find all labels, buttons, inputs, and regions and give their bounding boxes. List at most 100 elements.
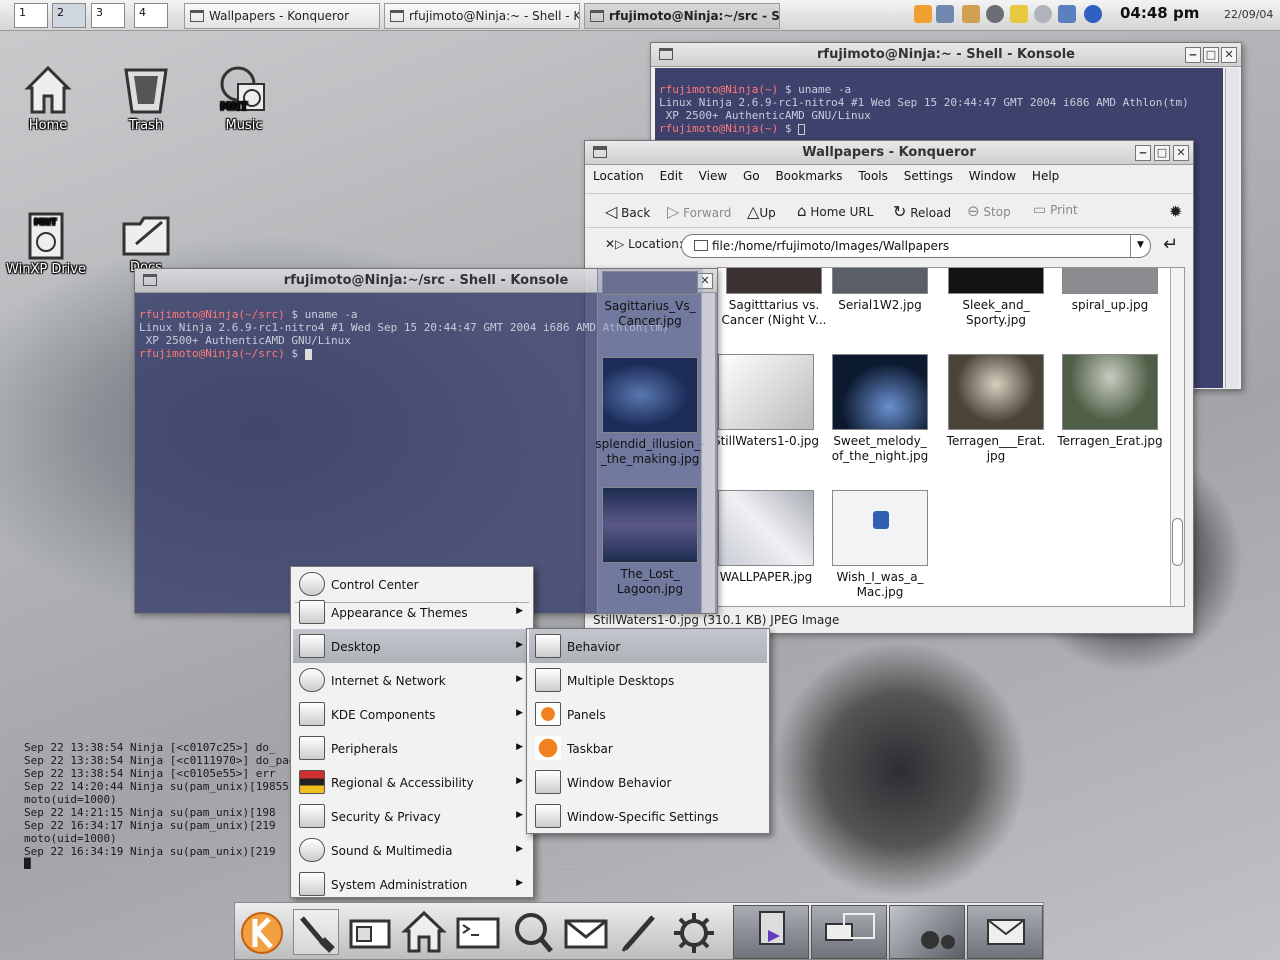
pager-desktop-3[interactable]: 3 bbox=[91, 3, 125, 28]
printer-icon[interactable] bbox=[1058, 5, 1076, 23]
menu-view[interactable]: View bbox=[699, 169, 727, 183]
file-thumbnail[interactable]: StillWaters1-0.jpg bbox=[718, 354, 822, 449]
minimize-button[interactable]: ‒ bbox=[1135, 145, 1151, 161]
file-thumbnail[interactable]: Terragen_Erat.jpg bbox=[1054, 354, 1166, 449]
key-icon[interactable] bbox=[1010, 5, 1028, 23]
file-thumbnail[interactable]: Sweet_melody_ of_the_night.jpg bbox=[824, 354, 936, 464]
menu-edit[interactable]: Edit bbox=[660, 169, 683, 183]
menu-item-behavior[interactable]: Behavior bbox=[529, 629, 767, 663]
kmenu-icon[interactable] bbox=[239, 909, 285, 955]
terminal-scrollbar[interactable] bbox=[701, 293, 715, 613]
location-input[interactable]: file:/home/rfujimoto/Images/Wallpapers ▼ bbox=[681, 234, 1151, 258]
close-button[interactable]: ✕ bbox=[1221, 47, 1237, 63]
menu-item-kde-components[interactable]: KDE Components ▶ bbox=[293, 697, 531, 731]
menu-item-desktop[interactable]: Desktop ▶ bbox=[293, 629, 531, 663]
minimize-button[interactable]: ‒ bbox=[1185, 47, 1201, 63]
menu-item-window-behavior[interactable]: Window Behavior bbox=[529, 765, 767, 799]
file-thumbnail[interactable]: Sagitttarius vs. Cancer (Night V... bbox=[718, 268, 830, 328]
menu-item-taskbar[interactable]: Taskbar bbox=[529, 731, 767, 765]
back-button[interactable]: ◁ Back bbox=[605, 194, 650, 224]
menu-item-panels[interactable]: Panels bbox=[529, 697, 767, 731]
desktop-icon-music[interactable]: MNT Music bbox=[204, 64, 284, 133]
close-button[interactable]: ✕ bbox=[1173, 145, 1189, 161]
file-thumbnail[interactable]: Sagittarius_Vs_ Cancer.jpg bbox=[594, 271, 706, 329]
menu-item-peripherals[interactable]: Peripherals ▶ bbox=[293, 731, 531, 765]
menu-item-multiple-desktops[interactable]: Multiple Desktops bbox=[529, 663, 767, 697]
print-button[interactable]: ▭ Print bbox=[1033, 194, 1078, 224]
pager-desktop-2[interactable]: 2 bbox=[52, 3, 86, 28]
menu-item-security-privacy[interactable]: Security & Privacy ▶ bbox=[293, 799, 531, 833]
file-thumbnail[interactable]: Terragen___Erat. jpg bbox=[940, 354, 1052, 464]
menu-settings[interactable]: Settings bbox=[904, 169, 953, 183]
menu-help[interactable]: Help bbox=[1032, 169, 1059, 183]
file-thumbnail[interactable]: Serial1W2.jpg bbox=[824, 268, 936, 313]
wallpaper-applet[interactable] bbox=[889, 905, 965, 959]
window-menu-icon[interactable] bbox=[143, 274, 157, 286]
maximize-button[interactable]: □ bbox=[1154, 145, 1170, 161]
file-thumbnail[interactable]: WALLPAPER.jpg bbox=[718, 490, 822, 585]
chevron-down-icon[interactable]: ▼ bbox=[1130, 235, 1150, 257]
mail-icon[interactable] bbox=[563, 909, 609, 955]
file-thumbnail[interactable]: The_Lost_ Lagoon.jpg bbox=[594, 487, 706, 597]
menu-tools[interactable]: Tools bbox=[858, 169, 888, 183]
desktop-icon-docs[interactable]: Docs bbox=[106, 214, 186, 275]
scrollbar-handle[interactable] bbox=[1172, 518, 1183, 566]
file-thumbnail[interactable]: splendid_illusion_- _the_making.jpg bbox=[594, 357, 706, 467]
home-folder-icon[interactable] bbox=[401, 909, 447, 955]
document-viewer-applet[interactable] bbox=[733, 905, 809, 959]
download-icon[interactable] bbox=[986, 5, 1004, 23]
pager-desktop-1[interactable]: 1 bbox=[14, 3, 48, 28]
settings-gear-icon[interactable] bbox=[671, 909, 717, 955]
throbber-gear-icon[interactable]: ✹ bbox=[1169, 194, 1182, 224]
clock[interactable]: 04:48 pm bbox=[1120, 4, 1199, 22]
menu-item-window-specific-settings[interactable]: Window-Specific Settings bbox=[529, 799, 767, 833]
file-thumbnail[interactable]: spiral_up.jpg bbox=[1054, 268, 1166, 313]
task-konsole-src[interactable]: rfujimoto@Ninja:~/src - Shell - Konsole bbox=[584, 3, 780, 29]
control-center-tool-icon[interactable] bbox=[293, 909, 339, 955]
desktop-icon-trash[interactable]: Trash bbox=[106, 64, 186, 133]
folder-icon[interactable] bbox=[593, 146, 607, 158]
network-icon[interactable] bbox=[1034, 5, 1052, 23]
konqueror-sidebar-ghost: Sagittarius_Vs_ Cancer.jpg splendid_illu… bbox=[594, 269, 706, 613]
konqueror-icon[interactable] bbox=[914, 5, 932, 23]
terminal-icon[interactable] bbox=[455, 909, 501, 955]
menu-location[interactable]: Location bbox=[593, 169, 644, 183]
windows-applet[interactable] bbox=[811, 905, 887, 959]
home-url-button[interactable]: ⌂ Home URL bbox=[797, 194, 873, 224]
reload-button[interactable]: ↻ Reload bbox=[893, 194, 951, 224]
volume-icon[interactable] bbox=[1084, 5, 1102, 23]
file-thumbnail[interactable]: Wish_I_was_a_ Mac.jpg bbox=[824, 490, 936, 600]
desktop-icon-winxp-drive[interactable]: MNT WinXP Drive bbox=[6, 212, 86, 277]
menu-item-regional-accessibility[interactable]: Regional & Accessibility ▶ bbox=[293, 765, 531, 799]
terminal-scrollbar[interactable] bbox=[1225, 68, 1239, 388]
icon-view-scrollbar[interactable] bbox=[1170, 268, 1184, 606]
maximize-button[interactable]: □ bbox=[1203, 47, 1219, 63]
menu-item-internet-network[interactable]: Internet & Network ▶ bbox=[293, 663, 531, 697]
menu-item-appearance-themes[interactable]: Appearance & Themes ▶ bbox=[293, 595, 531, 629]
search-icon[interactable] bbox=[509, 909, 555, 955]
menu-bookmarks[interactable]: Bookmarks bbox=[775, 169, 842, 183]
menu-item-sound-multimedia[interactable]: Sound & Multimedia ▶ bbox=[293, 833, 531, 867]
desktop-preview-icon[interactable] bbox=[347, 909, 393, 955]
clear-location-icon[interactable]: ✕▷ bbox=[605, 237, 624, 251]
kwallet-icon[interactable] bbox=[962, 5, 980, 23]
menu-window[interactable]: Window bbox=[969, 169, 1016, 183]
pager-desktop-4[interactable]: 4 bbox=[134, 3, 168, 28]
window-list-icon[interactable] bbox=[936, 5, 954, 23]
window-titlebar[interactable]: rfujimoto@Ninja:~ - Shell - Konsole ‒ □ … bbox=[651, 43, 1241, 67]
window-menu-icon[interactable] bbox=[659, 48, 673, 60]
stop-button[interactable]: ⊖ Stop bbox=[967, 194, 1011, 224]
mail-applet[interactable] bbox=[967, 905, 1043, 959]
forward-button[interactable]: ▷ Forward bbox=[667, 194, 731, 224]
icon-view[interactable]: Sagitttarius vs. Cancer (Night V... Seri… bbox=[717, 267, 1185, 607]
go-enter-icon[interactable]: ↵ bbox=[1163, 234, 1178, 255]
file-thumbnail[interactable]: Sleek_and_ Sporty.jpg bbox=[940, 268, 1052, 328]
window-titlebar[interactable]: Wallpapers - Konqueror ‒ □ ✕ bbox=[585, 141, 1193, 165]
menu-item-system-administration[interactable]: System Administration ▶ bbox=[293, 867, 531, 901]
menu-go[interactable]: Go bbox=[743, 169, 760, 183]
editor-pencil-icon[interactable] bbox=[617, 909, 663, 955]
up-button[interactable]: △Up bbox=[747, 194, 776, 224]
task-konqueror[interactable]: Wallpapers - Konqueror bbox=[184, 3, 380, 29]
desktop-icon-home[interactable]: Home bbox=[8, 64, 88, 133]
task-konsole-home[interactable]: rfujimoto@Ninja:~ - Shell - Konsole bbox=[384, 3, 580, 29]
